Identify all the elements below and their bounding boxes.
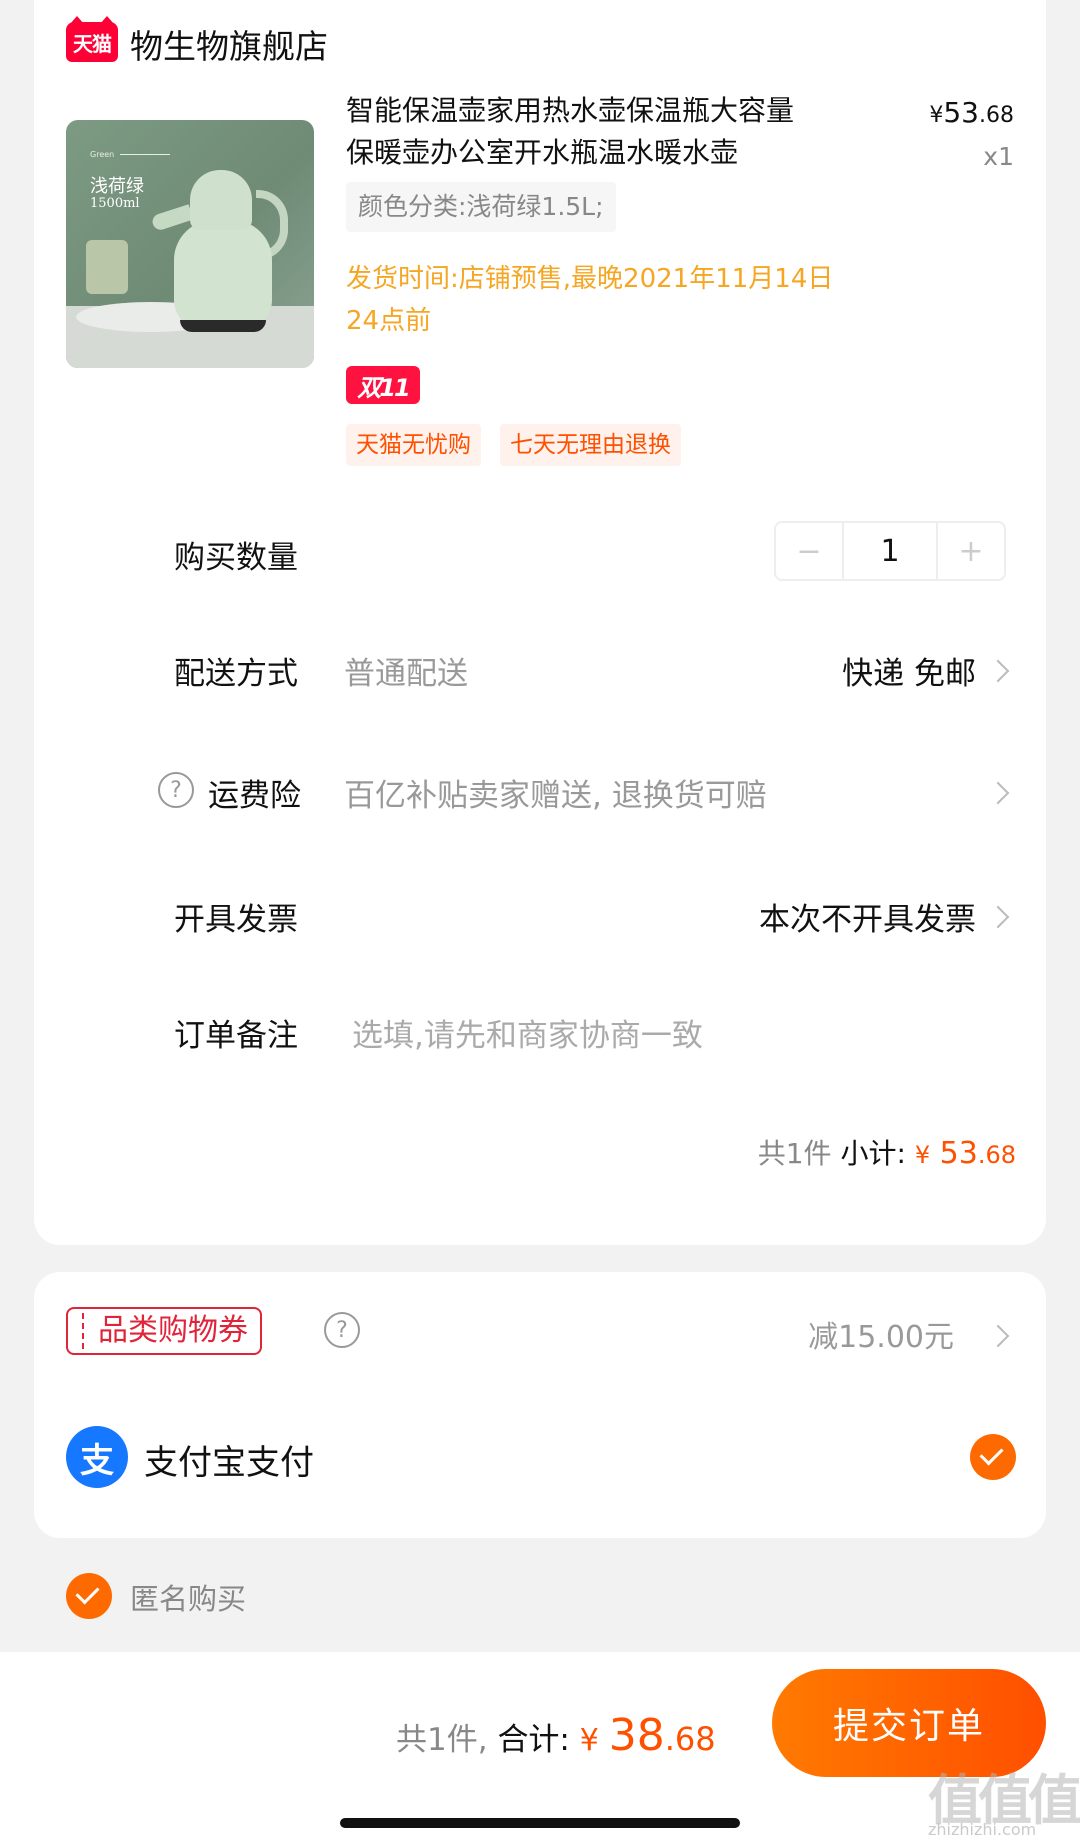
delivery-label: 配送方式 bbox=[174, 656, 298, 692]
anonymous-label[interactable]: 匿名购买 bbox=[130, 1576, 246, 1618]
increase-button[interactable]: + bbox=[938, 523, 1004, 579]
product-title[interactable]: 智能保温壶家用热水壶保温瓶大容量保暖壶办公室开水瓶温水暖水壶 bbox=[346, 90, 816, 174]
image-divider bbox=[120, 154, 170, 155]
total-label: 合计: bbox=[497, 1722, 570, 1758]
store-name[interactable]: 物生物旗舰店 bbox=[130, 20, 328, 68]
double11-badge: 双11 bbox=[346, 366, 420, 404]
image-color-text: 浅荷绿 bbox=[90, 176, 144, 197]
home-indicator[interactable] bbox=[340, 1818, 740, 1828]
bottom-bar: 共1件, 合计: ¥ 38.68 提交订单 值值值 zhizhizhi.com bbox=[0, 1652, 1080, 1843]
note-label: 订单备注 bbox=[174, 1018, 298, 1054]
freight-insurance-sub[interactable]: 百亿补贴卖家赠送, 退换货可赔 bbox=[344, 770, 767, 815]
total-count: 共1件, bbox=[396, 1722, 488, 1758]
total: 共1件, 合计: ¥ 38.68 bbox=[396, 1710, 716, 1761]
product-price: ¥53.68 bbox=[929, 96, 1014, 129]
quantity-label: 购买数量 bbox=[174, 540, 298, 576]
chevron-right-icon[interactable] bbox=[986, 905, 1010, 929]
anonymous-check-icon[interactable] bbox=[66, 1573, 112, 1619]
total-amount: ¥ 38.68 bbox=[579, 1710, 716, 1761]
product-image[interactable]: Green 浅荷绿 1500ml bbox=[66, 120, 314, 368]
image-candle bbox=[86, 240, 128, 294]
chevron-right-icon[interactable] bbox=[986, 659, 1010, 683]
alipay-icon: 支 bbox=[66, 1426, 128, 1488]
quantity-stepper[interactable]: − 1 + bbox=[774, 521, 1006, 581]
delivery-value[interactable]: 快递 免邮 bbox=[842, 648, 976, 693]
kettle-illustration bbox=[150, 170, 288, 340]
price-decimal: .68 bbox=[979, 103, 1014, 128]
price-integer: 53 bbox=[943, 96, 979, 129]
alipay-label[interactable]: 支付宝支付 bbox=[144, 1435, 314, 1484]
watermark-url: zhizhizhi.com bbox=[928, 1820, 1037, 1839]
tmall-icon: 天猫 bbox=[66, 16, 118, 62]
service-tag-worry-free[interactable]: 天猫无忧购 bbox=[346, 424, 481, 466]
coupon-tag[interactable]: 品类购物券 bbox=[66, 1307, 262, 1355]
product-spec[interactable]: 颜色分类:浅荷绿1.5L; bbox=[346, 182, 616, 232]
product-quantity-mark: x1 bbox=[983, 142, 1014, 171]
invoice-value[interactable]: 本次不开具发票 bbox=[759, 894, 976, 939]
decrease-button[interactable]: − bbox=[776, 523, 842, 579]
chevron-right-icon[interactable] bbox=[986, 1324, 1010, 1348]
subtotal-count: 共1件 bbox=[757, 1137, 832, 1170]
help-icon[interactable]: ? bbox=[324, 1312, 360, 1348]
invoice-label: 开具发票 bbox=[174, 902, 298, 938]
subtotal-amount: ¥ 53.68 bbox=[914, 1136, 1016, 1171]
image-volume-text: 1500ml bbox=[90, 196, 140, 211]
delivery-sub: 普通配送 bbox=[344, 656, 468, 692]
note-input[interactable]: 选填,请先和商家协商一致 bbox=[352, 1010, 703, 1055]
subtotal: 共1件 小计: ¥ 53.68 bbox=[758, 1132, 1016, 1172]
help-icon[interactable]: ? bbox=[158, 772, 194, 808]
service-tag-seven-day-return[interactable]: 七天无理由退换 bbox=[500, 424, 681, 466]
coupon-value[interactable]: 减15.00元 bbox=[808, 1312, 954, 1356]
check-icon[interactable] bbox=[970, 1434, 1016, 1480]
subtotal-label: 小计: bbox=[840, 1137, 906, 1170]
quantity-value[interactable]: 1 bbox=[842, 523, 938, 579]
freight-insurance-label: 运费险 bbox=[208, 778, 301, 814]
order-card: 天猫 物生物旗舰店 Green 浅荷绿 1500ml 智能保温壶家用热水壶保温瓶… bbox=[34, 0, 1046, 1245]
payment-card: 品类购物券 ? 减15.00元 支 支付宝支付 bbox=[34, 1272, 1046, 1538]
image-green-text: Green bbox=[90, 150, 115, 159]
ship-time: 发货时间:店铺预售,最晚2021年11月14日24点前 bbox=[346, 264, 834, 336]
chevron-right-icon[interactable] bbox=[986, 781, 1010, 805]
price-currency: ¥ bbox=[929, 103, 944, 128]
